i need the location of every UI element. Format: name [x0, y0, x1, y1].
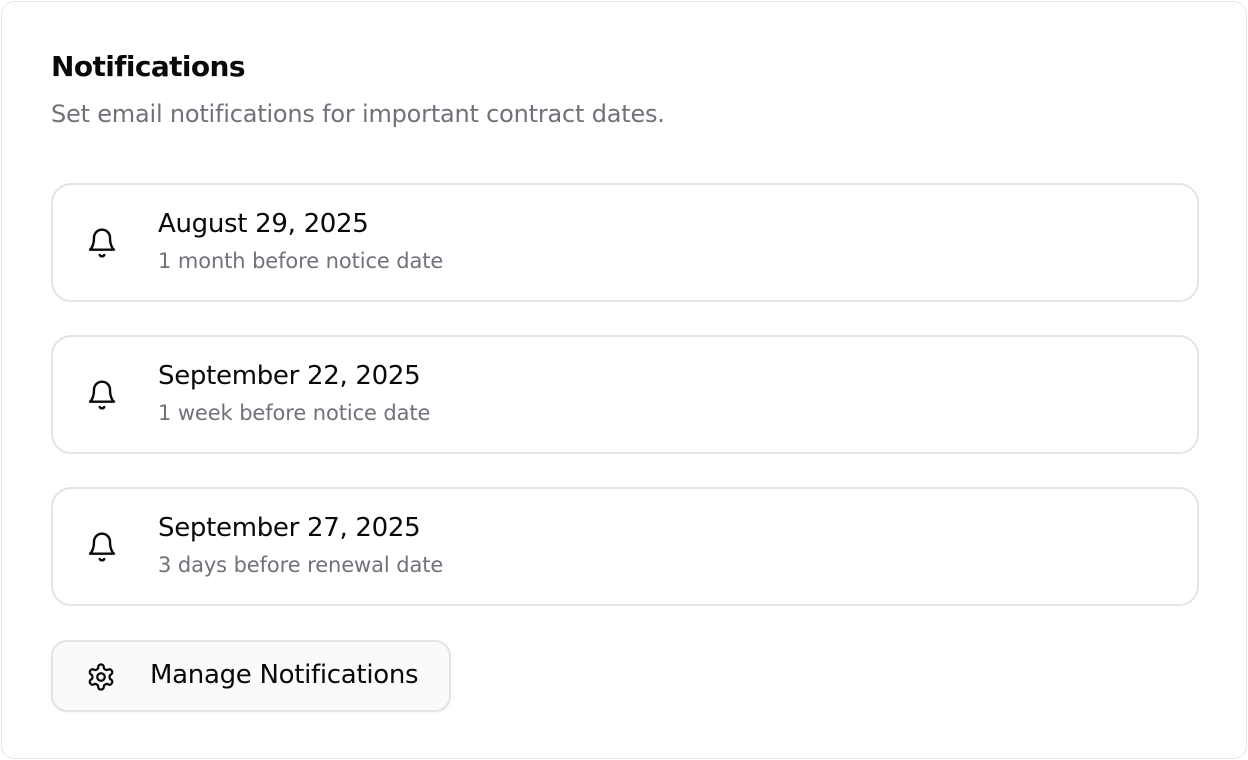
notifications-card: Notifications Set email notifications fo…	[1, 1, 1247, 759]
gear-icon	[86, 662, 116, 692]
notification-item[interactable]: September 27, 2025 3 days before renewal…	[51, 487, 1199, 606]
notification-date: August 29, 2025	[158, 209, 369, 239]
bell-icon	[86, 379, 118, 411]
manage-notifications-button[interactable]: Manage Notifications	[51, 640, 451, 712]
notification-description: 1 week before notice date	[158, 401, 431, 425]
notification-description: 1 month before notice date	[158, 249, 444, 273]
notification-item[interactable]: August 29, 2025 1 month before notice da…	[51, 183, 1199, 302]
bell-icon	[86, 531, 118, 563]
notification-item[interactable]: September 22, 2025 1 week before notice …	[51, 335, 1199, 454]
card-title: Notifications	[51, 50, 246, 83]
card-subtitle: Set email notifications for important co…	[51, 100, 665, 128]
notification-date: September 27, 2025	[158, 513, 421, 543]
bell-icon	[86, 227, 118, 259]
notification-description: 3 days before renewal date	[158, 553, 444, 577]
notification-date: September 22, 2025	[158, 361, 421, 391]
manage-notifications-label: Manage Notifications	[150, 660, 419, 690]
